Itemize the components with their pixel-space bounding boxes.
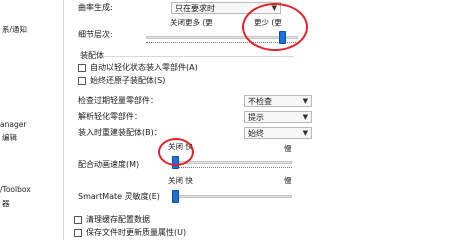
auto-lightweight-label[interactable]: 自动以轻化状态装入零部件(A) <box>90 64 198 72</box>
smartmate-slider-track[interactable] <box>172 195 292 198</box>
resolve-lightweight-label: 解析轻化零部件： <box>78 112 142 121</box>
options-tree-panel: 系/通知 anager 编辑 /Toolbox 器 <box>0 0 64 240</box>
animation-speed-slider-track[interactable] <box>172 161 292 164</box>
tree-item-misc[interactable]: 器 <box>2 200 10 208</box>
assembly-group-divider <box>104 56 294 57</box>
always-restore-label[interactable]: 始终还原子装配体(S) <box>90 77 165 85</box>
annotation-circle-detail <box>242 3 308 51</box>
clear-cache-checkbox[interactable] <box>74 216 82 224</box>
check-lightweight-label: 检查过期轻量零部件： <box>78 96 158 105</box>
check-lightweight-value: 不检查 <box>248 97 272 106</box>
tree-item-toolbox[interactable]: /Toolbox <box>0 186 31 194</box>
tree-item-manager[interactable]: anager <box>0 121 26 129</box>
animation-speed-slow-label: 慢 <box>284 144 292 153</box>
chevron-down-icon: ▼ <box>302 129 308 137</box>
rebuild-on-load-select[interactable]: 始终 ▼ <box>244 127 312 139</box>
auto-lightweight-checkbox[interactable] <box>78 64 86 72</box>
animation-speed-label: 配合动画速度(M) <box>78 160 140 169</box>
clear-cache-label[interactable]: 清理缓存配置数据 <box>86 216 150 224</box>
smartmate-off-label: 关闭 快 <box>168 176 193 185</box>
always-restore-checkbox[interactable] <box>78 77 86 85</box>
performance-options-page: 曲率生成: 只在要求时 ▼ 关闭更多 (更 更少 (更 细节层次: 装配体 自动… <box>64 0 450 240</box>
curve-generation-label: 曲率生成: <box>78 3 113 12</box>
check-lightweight-select[interactable]: 不检查 ▼ <box>244 95 312 107</box>
assembly-group-label: 装配体 <box>80 51 104 60</box>
animation-speed-ticks <box>172 167 292 170</box>
curve-generation-value: 只在要求时 <box>175 4 215 13</box>
detail-level-label: 细节层次: <box>78 30 113 39</box>
detail-more-label: 关闭更多 (更 <box>170 18 213 27</box>
smartmate-slow-label: 慢 <box>284 176 292 185</box>
rebuild-on-load-label: 装入时重建装配体(B)： <box>78 128 162 137</box>
rebuild-on-load-value: 始终 <box>248 129 264 138</box>
save-update-mass-checkbox[interactable] <box>74 229 82 237</box>
smartmate-slider-thumb[interactable] <box>172 190 179 203</box>
resolve-lightweight-select[interactable]: 提示 ▼ <box>244 111 312 123</box>
resolve-lightweight-value: 提示 <box>248 113 264 122</box>
annotation-circle-animation <box>158 138 194 166</box>
chevron-down-icon: ▼ <box>302 97 308 105</box>
smartmate-label: SmartMate 灵敏度(E) <box>78 192 160 201</box>
chevron-down-icon: ▼ <box>302 113 308 121</box>
save-update-mass-label[interactable]: 保存文件时更新质量属性(U) <box>86 229 186 237</box>
tree-item-edit[interactable]: 编辑 <box>2 134 17 142</box>
tree-item-notifications[interactable]: 系/通知 <box>2 26 27 34</box>
